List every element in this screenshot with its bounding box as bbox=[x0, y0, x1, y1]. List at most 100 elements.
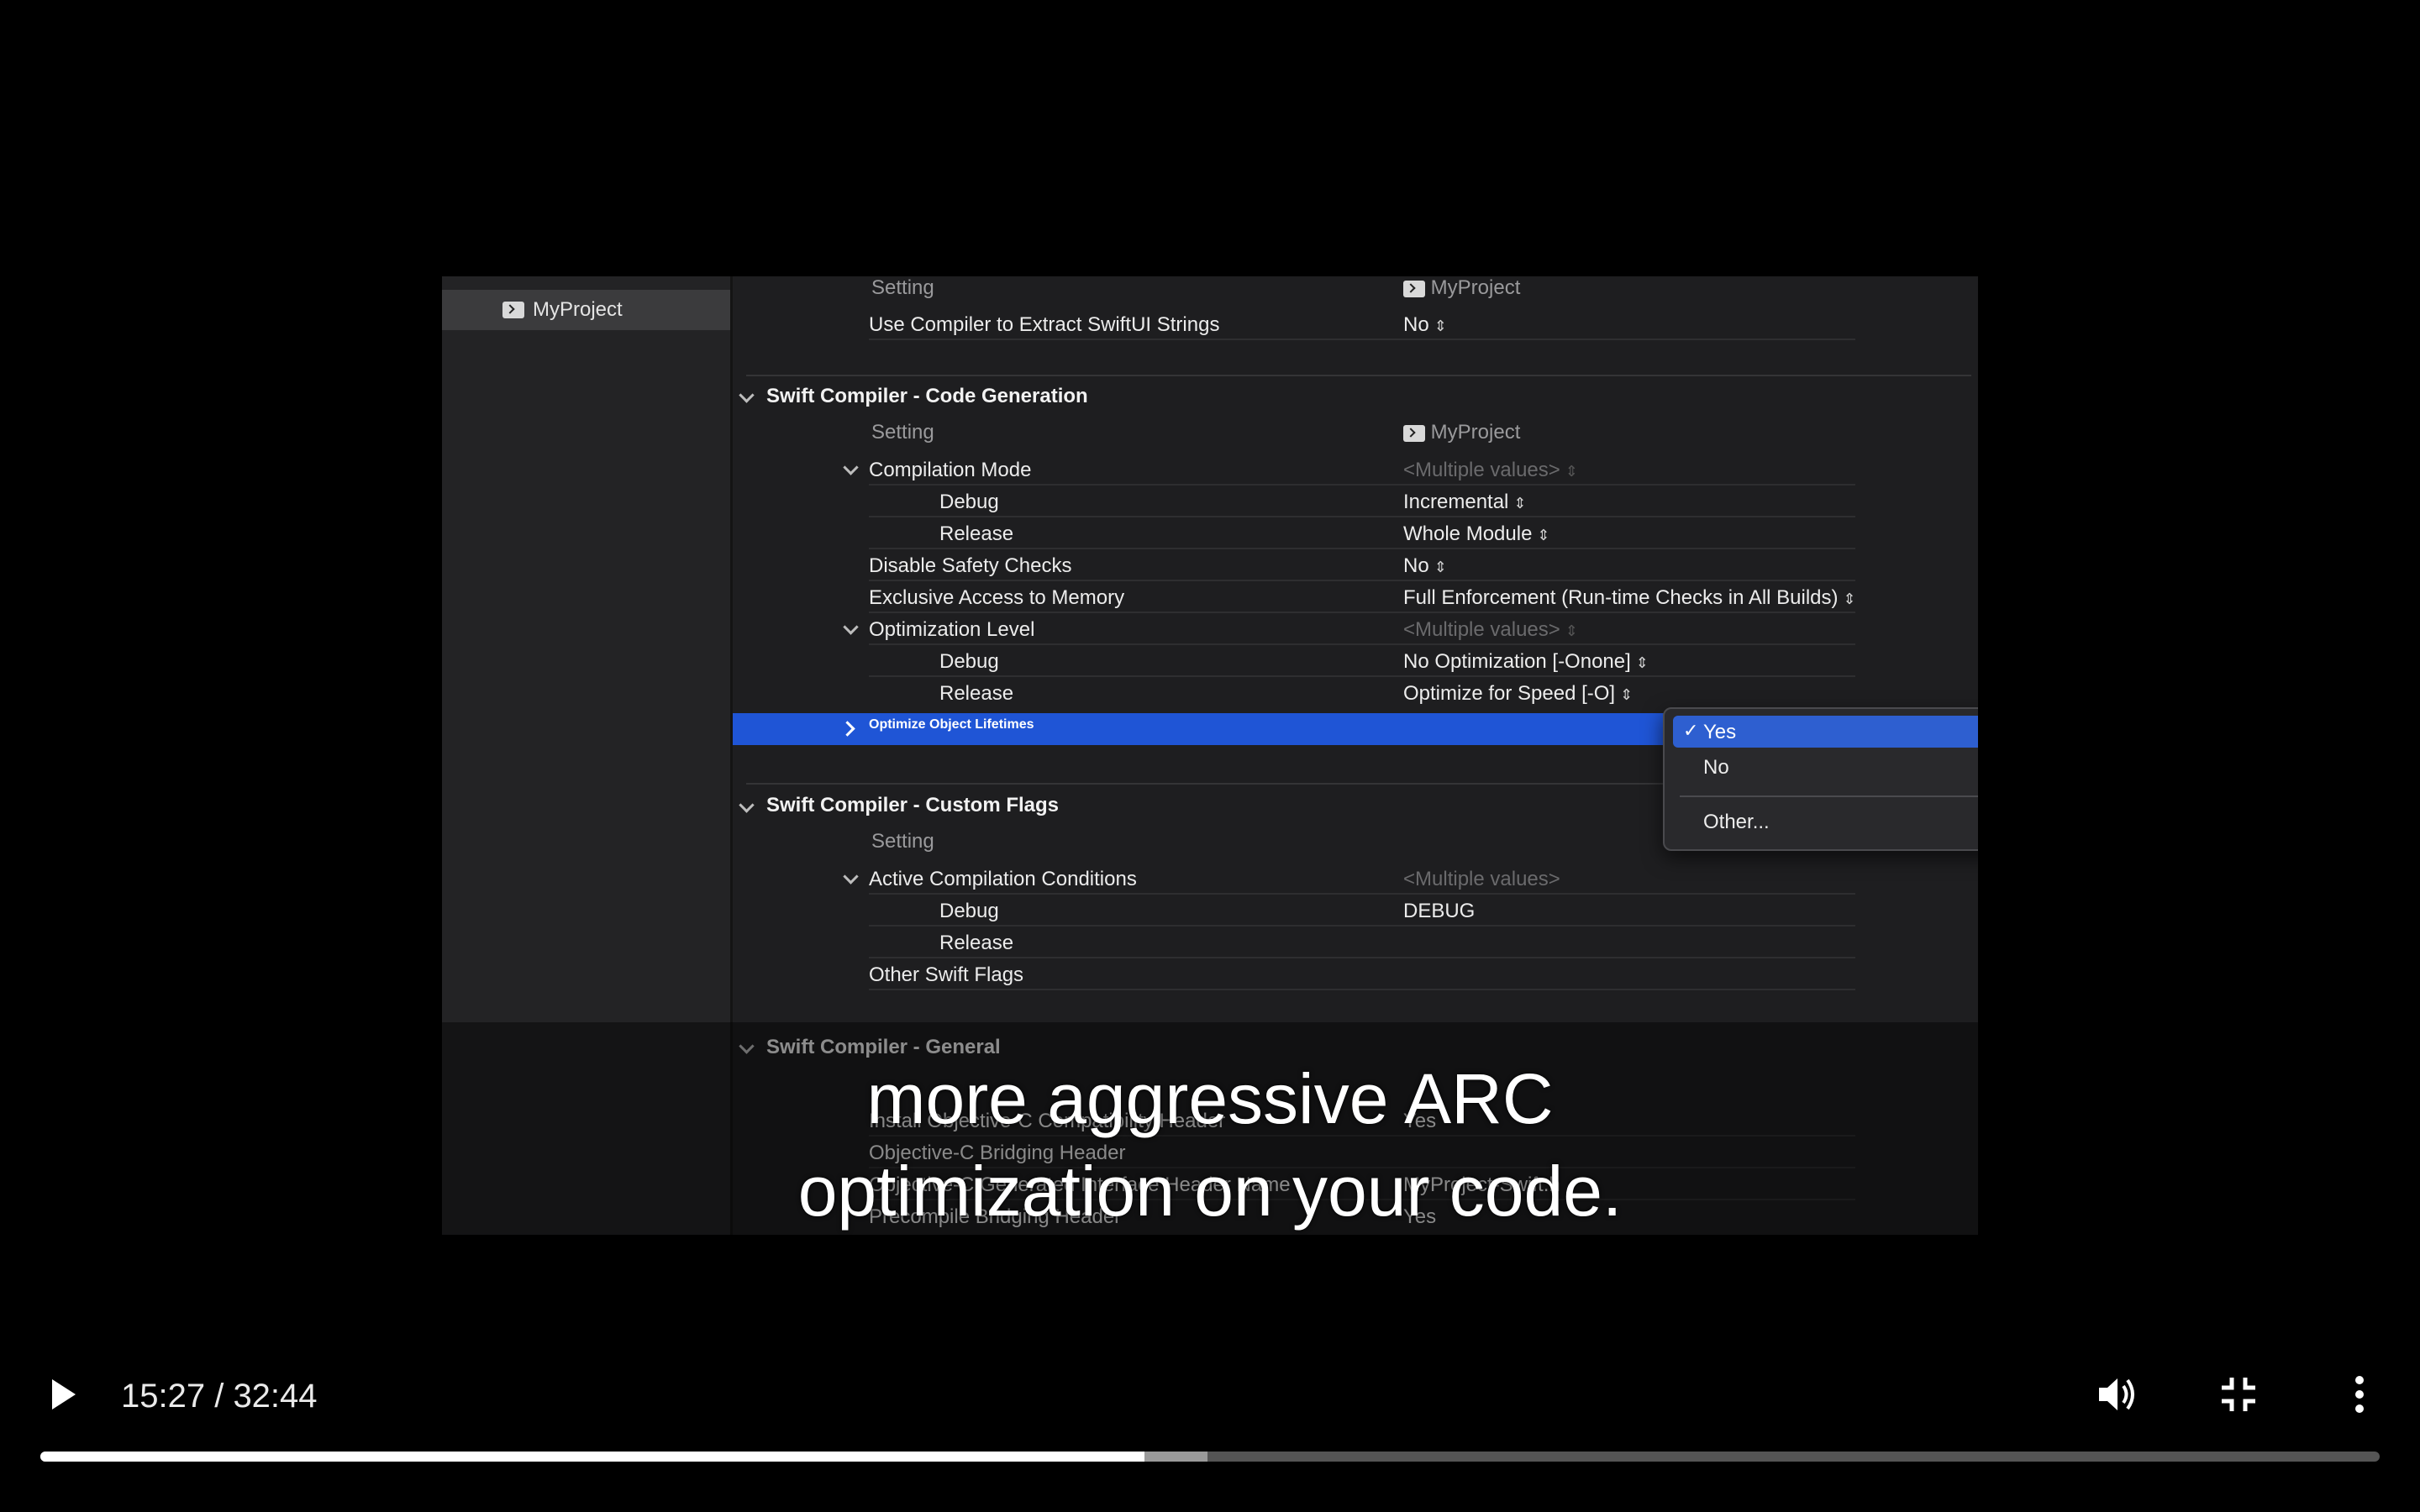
setting-name: Compilation Mode bbox=[869, 459, 1032, 481]
setting-name: Optimization Level bbox=[869, 618, 1035, 641]
chevron-down-icon[interactable] bbox=[843, 869, 859, 885]
progress-played bbox=[40, 1452, 1145, 1462]
caption-line-2: optimization on your code. bbox=[797, 1152, 1623, 1231]
project-column-label: MyProject bbox=[1430, 421, 1521, 444]
setting-value[interactable]: No ⇕ bbox=[1403, 313, 1447, 337]
chevron-right-icon[interactable] bbox=[839, 721, 855, 737]
player-controls: 15:27 / 32:44 bbox=[0, 1344, 2420, 1512]
popup-arrows-icon: ⇕ bbox=[1513, 495, 1527, 512]
menu-item-label: No bbox=[1703, 756, 1729, 779]
setting-value[interactable]: Optimize for Speed [-O] ⇕ bbox=[1403, 682, 1633, 706]
more-options-button[interactable] bbox=[2334, 1369, 2385, 1420]
menu-item-yes[interactable]: ✓ Yes bbox=[1673, 716, 1978, 748]
exit-fullscreen-button[interactable] bbox=[2213, 1369, 2264, 1420]
settings-header-row: Setting MyProject bbox=[733, 416, 1978, 448]
setting-value[interactable]: <Multiple values> ⇕ bbox=[1403, 459, 1578, 482]
progress-bar[interactable] bbox=[40, 1452, 2380, 1462]
popup-arrows-icon: ⇕ bbox=[1565, 622, 1578, 639]
setting-value-text: No Optimization [-Onone] bbox=[1403, 650, 1631, 673]
setting-name: Release bbox=[939, 522, 1014, 545]
setting-row-compilation-debug[interactable]: Debug Incremental ⇕ bbox=[733, 486, 1978, 517]
setting-row-optimization-level[interactable]: Optimization Level <Multiple values> ⇕ bbox=[733, 613, 1978, 645]
setting-row[interactable]: Use Compiler to Extract SwiftUI Strings … bbox=[733, 308, 1978, 340]
sidebar-item-myproject[interactable]: MyProject bbox=[442, 290, 730, 330]
volume-button[interactable] bbox=[2092, 1369, 2143, 1420]
setting-value[interactable]: <Multiple values> bbox=[1403, 868, 1560, 891]
setting-row-optimization-debug[interactable]: Debug No Optimization [-Onone] ⇕ bbox=[733, 645, 1978, 677]
setting-value-text: <Multiple values> bbox=[1403, 618, 1560, 641]
setting-name: Release bbox=[939, 932, 1014, 954]
project-column-label: MyProject bbox=[1430, 276, 1521, 299]
setting-row-exclusive-access[interactable]: Exclusive Access to Memory Full Enforcem… bbox=[733, 581, 1978, 613]
setting-row-other-swift-flags[interactable]: Other Swift Flags bbox=[733, 958, 1978, 990]
popup-arrows-icon: ⇕ bbox=[1434, 559, 1447, 575]
row-divider bbox=[869, 339, 1855, 340]
setting-value[interactable]: DEBUG bbox=[1403, 900, 1475, 923]
popup-arrows-icon: ⇕ bbox=[1635, 654, 1649, 671]
popup-menu: ✓ Yes No Other... bbox=[1663, 707, 1978, 851]
setting-row-conditions-debug[interactable]: Debug DEBUG bbox=[733, 895, 1978, 927]
popup-arrows-icon: ⇕ bbox=[1843, 591, 1856, 607]
setting-row-compilation-mode[interactable]: Compilation Mode <Multiple values> ⇕ bbox=[733, 454, 1978, 486]
chevron-down-icon[interactable] bbox=[843, 459, 859, 475]
exit-fullscreen-icon bbox=[2222, 1378, 2255, 1411]
setting-column-header: Setting bbox=[871, 276, 934, 299]
setting-name: Debug bbox=[939, 650, 999, 673]
setting-name: Other Swift Flags bbox=[869, 963, 1024, 986]
setting-value[interactable]: Incremental ⇕ bbox=[1403, 491, 1526, 514]
project-icon bbox=[1403, 424, 1425, 442]
row-divider bbox=[869, 989, 1855, 990]
setting-value-text: Optimize for Speed [-O] bbox=[1403, 682, 1616, 705]
chevron-down-icon[interactable] bbox=[739, 387, 755, 403]
time-display: 15:27 / 32:44 bbox=[121, 1378, 318, 1415]
setting-value-text: Whole Module bbox=[1403, 522, 1533, 545]
caption-line-1: more aggressive ARC bbox=[866, 1059, 1554, 1138]
menu-separator bbox=[1680, 795, 1978, 797]
setting-value[interactable]: <Multiple values> ⇕ bbox=[1403, 618, 1578, 642]
more-options-icon bbox=[2355, 1376, 2364, 1413]
project-icon bbox=[1403, 280, 1425, 297]
setting-name: Debug bbox=[939, 491, 999, 513]
section-title-custom-flags: Swift Compiler - Custom Flags bbox=[766, 794, 1060, 816]
menu-item-label: Yes bbox=[1703, 721, 1737, 743]
setting-row-optimization-release[interactable]: Release Optimize for Speed [-O] ⇕ bbox=[733, 677, 1978, 709]
setting-value[interactable]: Whole Module ⇕ bbox=[1403, 522, 1550, 546]
chevron-down-icon[interactable] bbox=[739, 797, 755, 813]
setting-row-active-compilation-conditions[interactable]: Active Compilation Conditions <Multiple … bbox=[733, 863, 1978, 895]
popup-arrows-icon: ⇕ bbox=[1434, 318, 1447, 334]
popup-arrows-icon: ⇕ bbox=[1620, 686, 1634, 703]
project-column-header: MyProject bbox=[1403, 276, 1520, 300]
setting-name: Disable Safety Checks bbox=[869, 554, 1072, 577]
setting-value-text: <Multiple values> bbox=[1403, 459, 1560, 481]
setting-name: Optimize Object Lifetimes bbox=[869, 717, 1034, 732]
setting-row-compilation-release[interactable]: Release Whole Module ⇕ bbox=[733, 517, 1978, 549]
menu-item-no[interactable]: No bbox=[1673, 751, 1978, 783]
setting-name: Debug bbox=[939, 900, 999, 922]
setting-row-disable-safety-checks[interactable]: Disable Safety Checks No ⇕ bbox=[733, 549, 1978, 581]
project-column-header: MyProject bbox=[1403, 421, 1520, 444]
setting-name: Use Compiler to Extract SwiftUI Strings bbox=[869, 313, 1220, 336]
menu-item-other[interactable]: Other... bbox=[1673, 806, 1978, 837]
sidebar-item-label: MyProject bbox=[533, 298, 623, 321]
menu-item-label: Other... bbox=[1703, 811, 1770, 833]
play-button[interactable] bbox=[47, 1374, 81, 1415]
setting-value-text: Incremental bbox=[1403, 491, 1509, 513]
settings-header-row: Setting MyProject bbox=[733, 276, 1978, 303]
popup-arrows-icon: ⇕ bbox=[1565, 463, 1578, 480]
setting-value[interactable]: No Optimization [-Onone] ⇕ bbox=[1403, 650, 1649, 674]
setting-name: Release bbox=[939, 682, 1014, 705]
setting-name: Active Compilation Conditions bbox=[869, 868, 1137, 890]
checkmark-icon: ✓ bbox=[1683, 720, 1699, 741]
setting-column-header: Setting bbox=[871, 421, 934, 444]
section-title-code-generation: Swift Compiler - Code Generation bbox=[766, 385, 1088, 407]
setting-value[interactable]: No ⇕ bbox=[1403, 554, 1447, 578]
setting-row-conditions-release[interactable]: Release bbox=[733, 927, 1978, 958]
project-icon bbox=[502, 302, 524, 318]
setting-value-text: No bbox=[1403, 554, 1429, 577]
play-icon bbox=[52, 1379, 76, 1410]
chevron-down-icon[interactable] bbox=[843, 619, 859, 635]
popup-arrows-icon: ⇕ bbox=[1537, 527, 1550, 543]
section-divider bbox=[746, 375, 1971, 376]
setting-value-text: No bbox=[1403, 313, 1429, 336]
setting-value[interactable]: Full Enforcement (Run-time Checks in All… bbox=[1403, 586, 1856, 610]
